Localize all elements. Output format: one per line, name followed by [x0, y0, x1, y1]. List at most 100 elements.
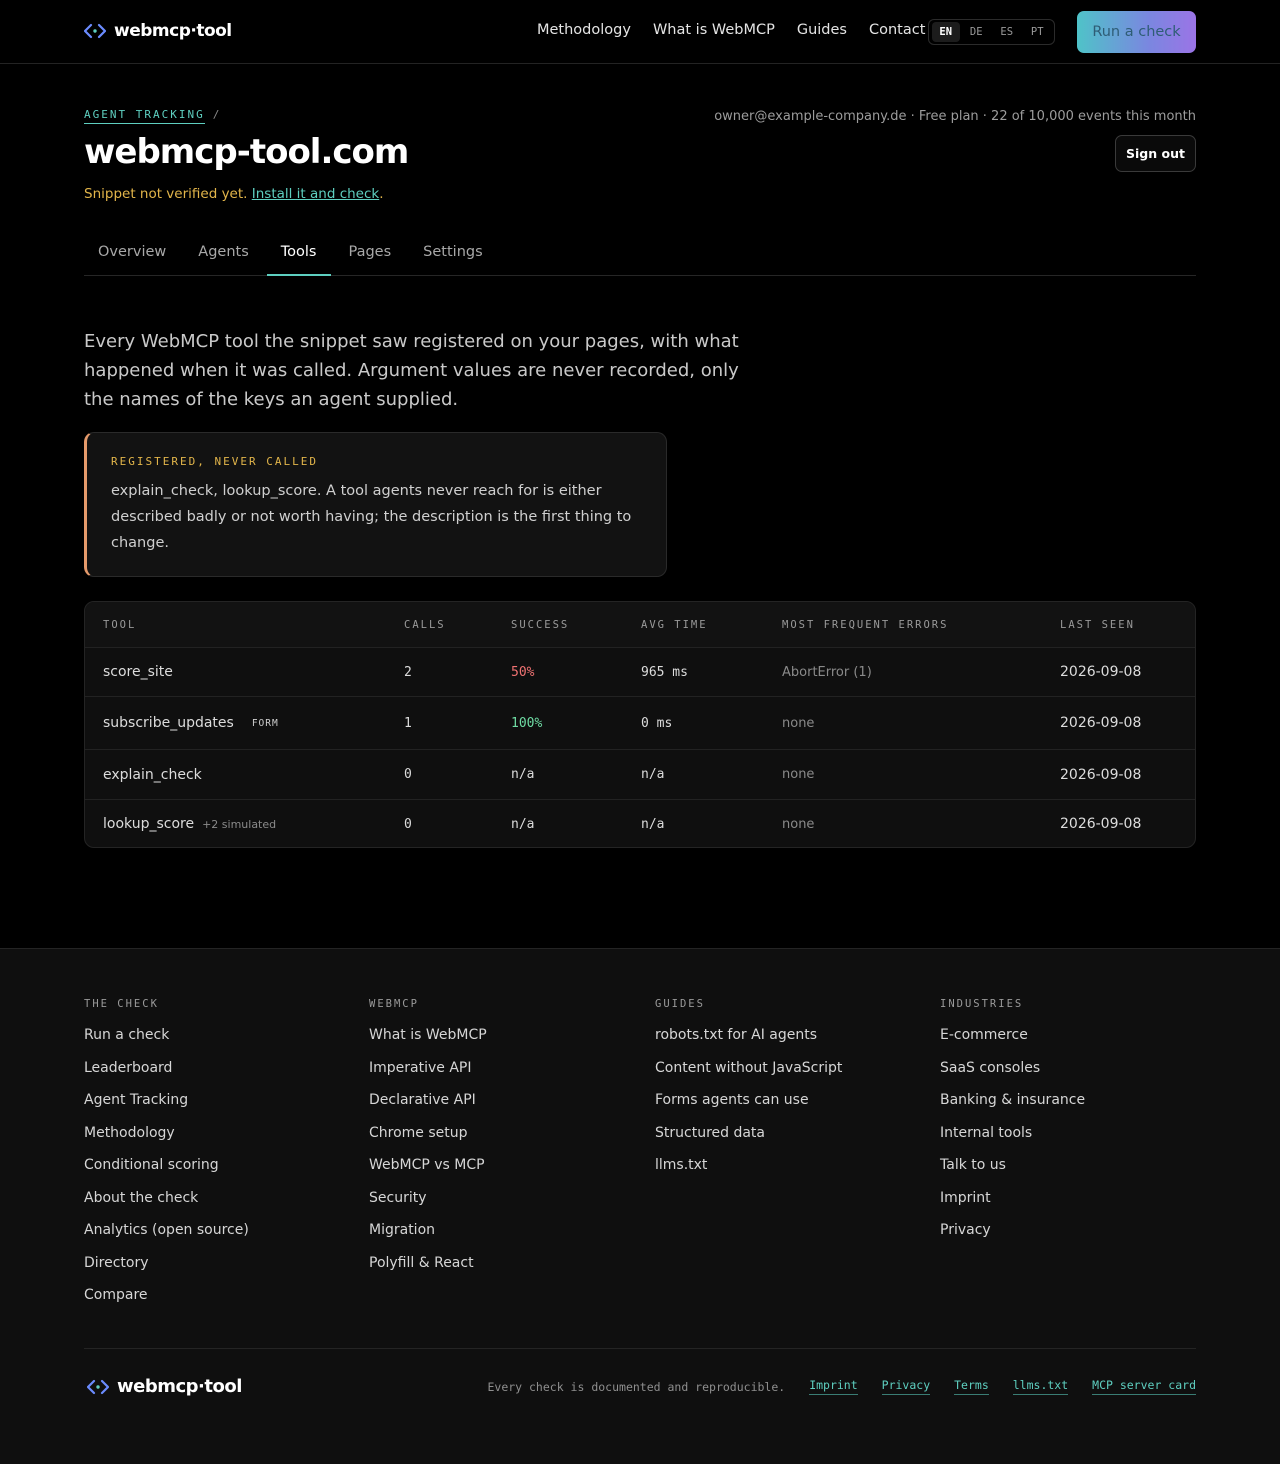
run-check-button[interactable]: Run a check [1077, 11, 1196, 53]
footer-link[interactable]: Internal tools [940, 1123, 1085, 1156]
tool-errors: none [782, 715, 815, 731]
tool-avg-time: n/a [641, 816, 665, 832]
footer-brand-name: webmcp·tool [117, 1376, 242, 1397]
tool-errors: AbortError (1) [782, 664, 872, 680]
footer-link[interactable]: WebMCP vs MCP [369, 1155, 487, 1188]
footer-heading: INDUSTRIES [940, 998, 1024, 1010]
verification-text: Snippet not verified yet. [84, 186, 248, 202]
top-bar: webmcp·tool Methodology What is WebMCP G… [0, 0, 1280, 64]
footer-link[interactable]: Migration [369, 1220, 487, 1253]
footer-divider [84, 1348, 1196, 1349]
tool-name: score_site [103, 664, 173, 680]
tool-last-seen: 2026-09-08 [1060, 715, 1142, 731]
footer-link[interactable]: Privacy [940, 1220, 1085, 1253]
footer-privacy-link[interactable]: Privacy [881, 1378, 931, 1395]
footer-heading: THE CHECK [84, 998, 159, 1010]
footer-col-industries: INDUSTRIES E-commerce SaaS consoles Bank… [940, 998, 1085, 1253]
footer-llms-link[interactable]: llms.txt [1012, 1378, 1069, 1395]
table-header: TOOL CALLS SUCCESS AVG TIME MOST FREQUEN… [85, 602, 1195, 648]
breadcrumb-agent-tracking[interactable]: AGENT TRACKING [84, 108, 205, 124]
footer-link[interactable]: Imperative API [369, 1058, 487, 1091]
tool-name: explain_check [103, 766, 202, 783]
sign-out-button[interactable]: Sign out [1115, 135, 1196, 172]
tab-settings[interactable]: Settings [409, 230, 496, 276]
tab-tools[interactable]: Tools [266, 230, 331, 276]
footer-link[interactable]: Agent Tracking [84, 1090, 249, 1123]
never-called-callout: REGISTERED, NEVER CALLED explain_check, … [84, 432, 667, 577]
tool-calls: 1 [404, 715, 412, 731]
footer-link[interactable]: Structured data [655, 1123, 842, 1156]
lang-de[interactable]: DE [963, 22, 991, 42]
lang-pt[interactable]: PT [1024, 22, 1052, 42]
tool-name-cell: lookup_score +2 simulated [103, 800, 276, 847]
table-row[interactable]: score_site 2 50% 965 ms AbortError (1) 2… [85, 648, 1195, 697]
footer-link[interactable]: Security [369, 1188, 487, 1221]
site-footer: THE CHECK Run a check Leaderboard Agent … [0, 948, 1280, 1464]
nav-contact[interactable]: Contact [869, 22, 925, 38]
lang-es[interactable]: ES [993, 22, 1021, 42]
tool-name: lookup_score [103, 816, 195, 832]
callout-text: explain_check, lookup_score. A tool agen… [111, 483, 632, 551]
tool-avg-time: 965 ms [641, 664, 688, 680]
nav-guides[interactable]: Guides [797, 22, 847, 38]
footer-link[interactable]: Declarative API [369, 1090, 487, 1123]
footer-link[interactable]: What is WebMCP [369, 1025, 487, 1058]
footer-link[interactable]: robots.txt for AI agents [655, 1025, 842, 1058]
footer-link[interactable]: SaaS consoles [940, 1058, 1085, 1091]
breadcrumb: AGENT TRACKING / [84, 108, 221, 124]
footer-link[interactable]: Analytics (open source) [84, 1220, 249, 1253]
footer-link[interactable]: About the check [84, 1188, 249, 1221]
footer-link[interactable]: Banking & insurance [940, 1090, 1085, 1123]
account-summary: owner@example-company.de · Free plan · 2… [714, 109, 1196, 124]
footer-link[interactable]: Forms agents can use [655, 1090, 842, 1123]
col-errors: MOST FREQUENT ERRORS [782, 618, 949, 631]
footer-link[interactable]: Compare [84, 1285, 249, 1318]
tab-pages[interactable]: Pages [335, 230, 406, 276]
main-nav: Methodology What is WebMCP Guides Contac… [537, 22, 925, 38]
footer-link[interactable]: llms.txt [655, 1155, 842, 1188]
tool-success: 100% [511, 715, 543, 731]
footer-brand-logo[interactable]: webmcp·tool [87, 1376, 242, 1397]
callout-label: REGISTERED, NEVER CALLED [111, 455, 318, 468]
nav-methodology[interactable]: Methodology [537, 22, 631, 38]
col-avg-time: AVG TIME [641, 618, 708, 631]
footer-terms-link[interactable]: Terms [954, 1378, 989, 1395]
brand-logo[interactable]: webmcp·tool [84, 21, 232, 41]
tab-agents[interactable]: Agents [184, 230, 262, 276]
table-row[interactable]: explain_check 0 n/a n/a none 2026-09-08 [85, 750, 1195, 800]
lang-en[interactable]: EN [932, 22, 960, 42]
intro-text: Every WebMCP tool the snippet saw regist… [84, 331, 739, 410]
col-last-seen: LAST SEEN [1060, 618, 1135, 631]
footer-link[interactable]: Content without JavaScript [655, 1058, 842, 1091]
table-row[interactable]: lookup_score +2 simulated 0 n/a n/a none… [85, 800, 1195, 847]
tool-errors: none [782, 767, 815, 782]
verification-status: Snippet not verified yet. Install it and… [84, 186, 384, 202]
verification-end: . [379, 186, 384, 202]
footer-link[interactable]: Chrome setup [369, 1123, 487, 1156]
footer-link[interactable]: Leaderboard [84, 1058, 249, 1091]
tool-calls: 0 [404, 816, 412, 832]
footer-link[interactable]: Methodology [84, 1123, 249, 1156]
footer-heading: WEBMCP [369, 998, 419, 1010]
footer-link[interactable]: Conditional scoring [84, 1155, 249, 1188]
tool-last-seen: 2026-09-08 [1060, 766, 1142, 783]
col-success: SUCCESS [511, 618, 570, 631]
footer-imprint-link[interactable]: Imprint [809, 1378, 858, 1395]
footer-heading: GUIDES [655, 998, 705, 1010]
tool-success: 50% [511, 664, 535, 680]
footer-link[interactable]: Imprint [940, 1188, 1085, 1221]
brand-name: webmcp·tool [114, 21, 232, 41]
tool-avg-time: n/a [641, 767, 665, 782]
footer-link[interactable]: Directory [84, 1253, 249, 1286]
footer-link[interactable]: Run a check [84, 1025, 249, 1058]
footer-link[interactable]: Talk to us [940, 1155, 1085, 1188]
footer-link[interactable]: Polyfill & React [369, 1253, 487, 1286]
tab-overview[interactable]: Overview [84, 230, 180, 276]
nav-what-is-webmcp[interactable]: What is WebMCP [653, 22, 775, 38]
tool-name: subscribe_updates [103, 715, 234, 731]
language-switcher: EN DE ES PT [928, 19, 1055, 45]
table-row[interactable]: subscribe_updates FORM 1 100% 0 ms none … [85, 697, 1195, 750]
install-check-link[interactable]: Install it and check [252, 186, 379, 202]
footer-link[interactable]: E-commerce [940, 1025, 1085, 1058]
footer-mcp-card-link[interactable]: MCP server card [1092, 1378, 1196, 1395]
